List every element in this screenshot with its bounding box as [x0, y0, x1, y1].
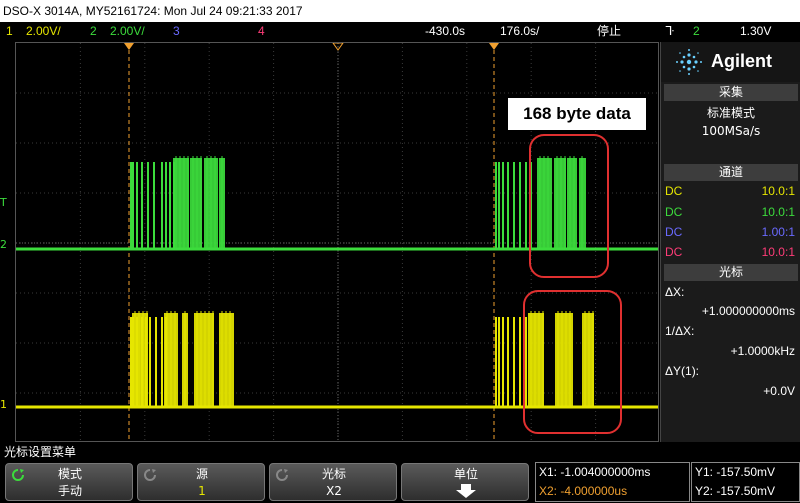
channel-header: 通道: [664, 164, 798, 181]
ch2-number[interactable]: 2: [90, 22, 97, 41]
ch2-trace-burst: [567, 158, 577, 249]
ch1-scale[interactable]: 2.00V/: [26, 22, 61, 41]
delta-y-value: +0.0V: [763, 384, 795, 398]
ch2-scale[interactable]: 2.00V/: [110, 22, 145, 41]
source-softkey-label: 源: [195, 467, 208, 481]
mode-softkey[interactable]: 模式 手动: [5, 463, 133, 501]
ch2-trace-burst: [554, 158, 566, 249]
ch3-number[interactable]: 3: [173, 22, 180, 41]
y1-readout: Y1: -157.50mV: [695, 465, 776, 479]
cursor-softkey-label: 光标: [321, 467, 346, 481]
channel-row-4: DC 10.0:1: [665, 243, 797, 261]
delta-x-value: +1.000000000ms: [701, 304, 795, 318]
cursor-marker-x1: [124, 43, 134, 50]
brand-logo: Agilent: [661, 42, 800, 82]
x1-readout: X1: -1.004000000ms: [539, 465, 651, 479]
brand-name: Agilent: [711, 51, 772, 71]
trigger-level[interactable]: 1.30V: [740, 22, 771, 41]
ch1-number[interactable]: 1: [6, 22, 13, 41]
data-annotation: 168 byte data: [508, 98, 646, 130]
oscilloscope-screen: DSO-X 3014A, MY52161724: Mon Jul 24 09:2…: [0, 0, 800, 503]
sample-rate: 100MSa/s: [701, 124, 761, 138]
ch2-trace-burst: [173, 158, 189, 249]
y2-readout: Y2: -157.50mV: [695, 484, 776, 498]
ch1-probe: 10.0:1: [761, 184, 795, 198]
acquire-header: 采集: [664, 84, 798, 101]
inverse-delta-x-value: +1.0000kHz: [730, 344, 795, 358]
x-cursor-readout: X1: -1.004000000ms X2: -4.000000us: [535, 462, 690, 502]
cursor-marker-x2: [489, 43, 499, 50]
cursor-softkey-value: X2: [326, 484, 342, 498]
y-cursor-readout: Y1: -157.50mV Y2: -157.50mV: [691, 462, 800, 502]
units-softkey-label: 单位: [453, 467, 478, 481]
ch4-coupling: DC: [665, 245, 683, 259]
timebase-readout[interactable]: 176.0s/: [500, 22, 539, 41]
ch4-probe: 10.0:1: [761, 245, 795, 259]
run-state[interactable]: 停止: [597, 22, 621, 41]
ch3-probe: 1.00:1: [761, 225, 795, 239]
ch1-trace-burst: [528, 313, 544, 407]
menu-title: 光标设置菜单: [0, 444, 800, 461]
ch1-trace-burst: [132, 313, 148, 407]
delay-readout[interactable]: -430.0s: [425, 22, 465, 41]
cursor-header: 光标: [664, 264, 798, 281]
x2-readout: X2: -4.000000us: [539, 484, 628, 498]
source-softkey-value: 1: [198, 484, 206, 498]
source-softkey[interactable]: 源 1: [137, 463, 265, 501]
ch4-number[interactable]: 4: [258, 22, 265, 41]
trigger-source[interactable]: 2: [693, 22, 700, 41]
delta-y-label: ΔY(1):: [665, 364, 700, 378]
channel-row-2: DC 10.0:1: [665, 203, 797, 221]
ch1-coupling: DC: [665, 184, 683, 198]
ch3-coupling: DC: [665, 225, 683, 239]
agilent-spark-icon: [676, 49, 702, 75]
ch2-probe: 10.0:1: [761, 205, 795, 219]
channel-row-1: DC 10.0:1: [665, 182, 797, 200]
trigger-edge-icon: ᒭ: [665, 24, 675, 38]
delta-x-label: ΔX:: [665, 285, 685, 299]
cursor-softkey[interactable]: 光标 X2: [269, 463, 397, 501]
title-bar: DSO-X 3014A, MY52161724: Mon Jul 24 09:2…: [0, 0, 800, 22]
mode-softkey-value: 手动: [57, 484, 82, 498]
ch1-level-marker[interactable]: 1: [0, 398, 14, 412]
acquire-mode: 标准模式: [706, 106, 755, 120]
inverse-delta-x-label: 1/ΔX:: [665, 324, 695, 338]
units-softkey[interactable]: 单位: [401, 463, 529, 501]
right-panel: Agilent 采集 标准模式 100MSa/s 通道 DC 10.0:1 DC…: [660, 42, 800, 442]
ch2-trace-burst: [190, 158, 202, 249]
ch2-level-marker[interactable]: 2: [0, 238, 14, 252]
ch1-trace-burst: [582, 313, 594, 407]
status-bar: 1 2.00V/ 2 2.00V/ 3 4 -430.0s 176.0s/ 停止…: [0, 22, 800, 41]
mode-softkey-label: 模式: [57, 467, 82, 481]
channel-row-3: DC 1.00:1: [665, 223, 797, 241]
ch2-ground-marker[interactable]: T: [0, 196, 14, 210]
ch2-coupling: DC: [665, 205, 683, 219]
arrow-down-icon: [456, 484, 476, 498]
